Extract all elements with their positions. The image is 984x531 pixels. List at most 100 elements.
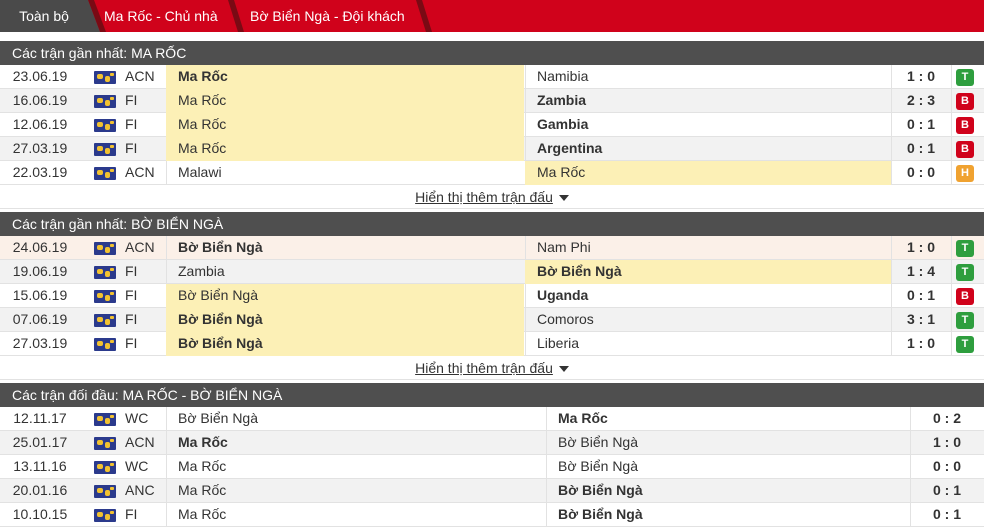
tab-all[interactable]: Toàn bộ bbox=[0, 0, 88, 32]
show-more-link[interactable]: Hiển thị thêm trận đấu bbox=[415, 189, 553, 205]
match-score[interactable]: 2 : 3 bbox=[891, 89, 951, 113]
show-more-row: Hiển thị thêm trận đấu bbox=[0, 356, 984, 380]
match-row[interactable]: 10.10.15 FI Ma Rốc Bờ Biển Ngà 0 : 1 bbox=[0, 503, 984, 527]
competition-code[interactable]: ACN bbox=[125, 65, 165, 89]
competition-code[interactable]: FI bbox=[125, 89, 165, 113]
match-score[interactable]: 0 : 2 bbox=[910, 407, 984, 431]
competition-code[interactable]: FI bbox=[125, 137, 165, 161]
away-team[interactable]: Liberia bbox=[525, 332, 891, 356]
match-score[interactable]: 0 : 1 bbox=[891, 137, 951, 161]
match-row[interactable]: 12.06.19 FI Ma Rốc Gambia 0 : 1 B bbox=[0, 113, 984, 137]
home-team[interactable]: Ma Rốc bbox=[166, 431, 546, 455]
home-team[interactable]: Ma Rốc bbox=[166, 503, 546, 527]
match-row[interactable]: 27.03.19 FI Bờ Biển Ngà Liberia 1 : 0 T bbox=[0, 332, 984, 356]
home-team[interactable]: Bờ Biển Ngà bbox=[166, 284, 524, 308]
match-row[interactable]: 20.01.16 ANC Ma Rốc Bờ Biển Ngà 0 : 1 bbox=[0, 479, 984, 503]
match-score[interactable]: 3 : 1 bbox=[891, 308, 951, 332]
match-row[interactable]: 07.06.19 FI Bờ Biển Ngà Comoros 3 : 1 T bbox=[0, 308, 984, 332]
competition-code[interactable]: WC bbox=[125, 407, 165, 431]
home-team[interactable]: Ma Rốc bbox=[166, 479, 546, 503]
home-team[interactable]: Ma Rốc bbox=[166, 65, 524, 89]
away-team[interactable]: Zambia bbox=[525, 89, 891, 113]
competition-code[interactable]: FI bbox=[125, 260, 165, 284]
competition-code[interactable]: WC bbox=[125, 455, 165, 479]
match-score[interactable]: 1 : 0 bbox=[891, 332, 951, 356]
home-team[interactable]: Ma Rốc bbox=[166, 455, 546, 479]
show-more-link[interactable]: Hiển thị thêm trận đấu bbox=[415, 360, 553, 376]
competition-code[interactable]: FI bbox=[125, 503, 165, 527]
caret-down-icon[interactable] bbox=[558, 366, 569, 373]
match-score[interactable]: 0 : 1 bbox=[910, 479, 984, 503]
competition-code[interactable]: FI bbox=[125, 284, 165, 308]
match-date: 25.01.17 bbox=[12, 434, 68, 450]
away-team[interactable]: Bờ Biển Ngà bbox=[525, 260, 891, 284]
tab-bar: Toàn bộ Ma Rốc - Chủ nhà Bờ Biển Ngà - Đ… bbox=[0, 0, 984, 32]
column-divider bbox=[951, 137, 952, 161]
away-team[interactable]: Bờ Biển Ngà bbox=[546, 431, 910, 455]
away-team[interactable]: Nam Phi bbox=[525, 236, 891, 260]
match-score[interactable]: 0 : 1 bbox=[910, 503, 984, 527]
match-row[interactable]: 19.06.19 FI Zambia Bờ Biển Ngà 1 : 4 T bbox=[0, 260, 984, 284]
match-date: 19.06.19 bbox=[12, 263, 68, 279]
match-date: 16.06.19 bbox=[12, 92, 68, 108]
result-badge: B bbox=[956, 93, 974, 110]
match-row[interactable]: 27.03.19 FI Ma Rốc Argentina 0 : 1 B bbox=[0, 137, 984, 161]
home-team[interactable]: Bờ Biển Ngà bbox=[166, 332, 524, 356]
competition-code[interactable]: ACN bbox=[125, 236, 165, 260]
competition-code[interactable]: ANC bbox=[125, 479, 165, 503]
result-badge: H bbox=[956, 165, 974, 182]
tab-separator bbox=[226, 0, 244, 32]
home-team[interactable]: Zambia bbox=[166, 260, 524, 284]
away-team[interactable]: Bờ Biển Ngà bbox=[546, 479, 910, 503]
competition-flag-icon bbox=[94, 338, 116, 351]
match-score[interactable]: 1 : 0 bbox=[891, 236, 951, 260]
competition-code[interactable]: FI bbox=[125, 332, 165, 356]
match-date: 15.06.19 bbox=[12, 287, 68, 303]
away-team[interactable]: Bờ Biển Ngà bbox=[546, 455, 910, 479]
match-row[interactable]: 25.01.17 ACN Ma Rốc Bờ Biển Ngà 1 : 0 bbox=[0, 431, 984, 455]
tab-away-team[interactable]: Bờ Biển Ngà - Đội khách bbox=[250, 0, 405, 32]
competition-code[interactable]: ACN bbox=[125, 161, 165, 185]
caret-down-icon[interactable] bbox=[558, 195, 569, 202]
match-row[interactable]: 15.06.19 FI Bờ Biển Ngà Uganda 0 : 1 B bbox=[0, 284, 984, 308]
home-team[interactable]: Bờ Biển Ngà bbox=[166, 308, 524, 332]
match-date: 13.11.16 bbox=[13, 458, 67, 474]
column-divider bbox=[951, 260, 952, 284]
match-score[interactable]: 1 : 0 bbox=[910, 431, 984, 455]
away-team[interactable]: Gambia bbox=[525, 113, 891, 137]
competition-code[interactable]: FI bbox=[125, 308, 165, 332]
match-score[interactable]: 1 : 4 bbox=[891, 260, 951, 284]
competition-code[interactable]: ACN bbox=[125, 431, 165, 455]
match-score[interactable]: 0 : 0 bbox=[891, 161, 951, 185]
match-row[interactable]: 23.06.19 ACN Ma Rốc Namibia 1 : 0 T bbox=[0, 65, 984, 89]
competition-flag-icon bbox=[94, 71, 116, 84]
match-score[interactable]: 0 : 1 bbox=[891, 284, 951, 308]
home-team[interactable]: Ma Rốc bbox=[166, 137, 524, 161]
tab-home-team[interactable]: Ma Rốc - Chủ nhà bbox=[104, 0, 218, 32]
home-team[interactable]: Ma Rốc bbox=[166, 113, 524, 137]
match-score[interactable]: 1 : 0 bbox=[891, 65, 951, 89]
away-team[interactable]: Argentina bbox=[525, 137, 891, 161]
match-row[interactable]: 22.03.19 ACN Malawi Ma Rốc 0 : 0 H bbox=[0, 161, 984, 185]
match-row[interactable]: 13.11.16 WC Ma Rốc Bờ Biển Ngà 0 : 0 bbox=[0, 455, 984, 479]
away-team[interactable]: Ma Rốc bbox=[525, 161, 891, 185]
away-team[interactable]: Uganda bbox=[525, 284, 891, 308]
match-date: 10.10.15 bbox=[12, 506, 68, 522]
match-row[interactable]: 12.11.17 WC Bờ Biển Ngà Ma Rốc 0 : 2 bbox=[0, 407, 984, 431]
match-row[interactable]: 16.06.19 FI Ma Rốc Zambia 2 : 3 B bbox=[0, 89, 984, 113]
match-row[interactable]: 24.06.19 ACN Bờ Biển Ngà Nam Phi 1 : 0 T bbox=[0, 236, 984, 260]
home-team[interactable]: Malawi bbox=[166, 161, 524, 185]
tab-separator bbox=[414, 0, 432, 32]
away-team[interactable]: Ma Rốc bbox=[546, 407, 910, 431]
match-score[interactable]: 0 : 1 bbox=[891, 113, 951, 137]
away-team[interactable]: Comoros bbox=[525, 308, 891, 332]
home-team[interactable]: Bờ Biển Ngà bbox=[166, 236, 524, 260]
result-badge: T bbox=[956, 336, 974, 353]
competition-code[interactable]: FI bbox=[125, 113, 165, 137]
away-team[interactable]: Bờ Biển Ngà bbox=[546, 503, 910, 527]
competition-flag-icon bbox=[94, 413, 116, 426]
home-team[interactable]: Ma Rốc bbox=[166, 89, 524, 113]
away-team[interactable]: Namibia bbox=[525, 65, 891, 89]
match-score[interactable]: 0 : 0 bbox=[910, 455, 984, 479]
home-team[interactable]: Bờ Biển Ngà bbox=[166, 407, 546, 431]
